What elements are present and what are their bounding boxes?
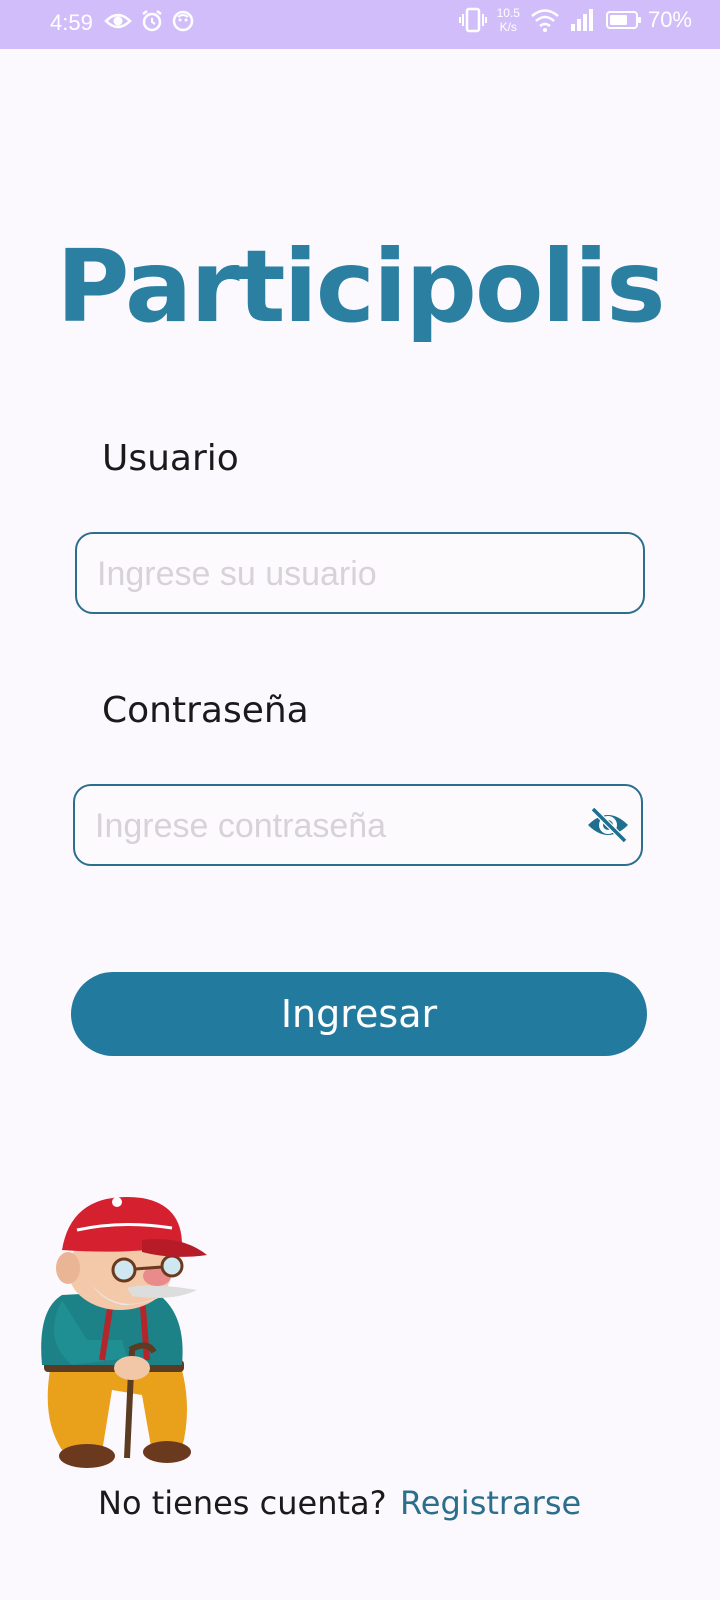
eye-icon	[104, 13, 132, 29]
net-speed: 10.5 K/s	[497, 6, 520, 34]
register-link[interactable]: Registrarse	[400, 1484, 581, 1522]
password-field[interactable]	[73, 784, 643, 866]
net-speed-value: 10.5	[496, 6, 520, 20]
no-account-text: No tienes cuenta?	[98, 1484, 387, 1522]
vibrate-icon	[458, 7, 487, 33]
eye-off-icon[interactable]	[585, 805, 631, 845]
password-input[interactable]	[93, 786, 597, 866]
battery-percent: 70%	[647, 7, 692, 32]
status-bar: 4:59 10.5 K/s 70%	[0, 0, 720, 49]
status-icons-left	[104, 9, 194, 33]
username-field[interactable]	[75, 532, 645, 614]
password-label: Contraseña	[102, 690, 309, 731]
app-icon	[172, 10, 194, 32]
net-speed-unit: K/s	[499, 20, 517, 34]
wifi-icon	[531, 9, 559, 32]
signal-icon	[570, 9, 593, 31]
status-icons-right: 10.5 K/s 70%	[458, 6, 692, 34]
battery-icon	[605, 11, 641, 29]
username-input[interactable]	[95, 534, 599, 614]
username-label: Usuario	[102, 438, 239, 479]
old-man-mascot-icon	[41, 1197, 207, 1468]
battery-fill	[609, 15, 627, 25]
status-time: 4:59	[50, 10, 93, 35]
login-button[interactable]: Ingresar	[71, 972, 647, 1056]
alarm-icon	[142, 10, 162, 32]
app-title: Participolis	[56, 228, 665, 345]
